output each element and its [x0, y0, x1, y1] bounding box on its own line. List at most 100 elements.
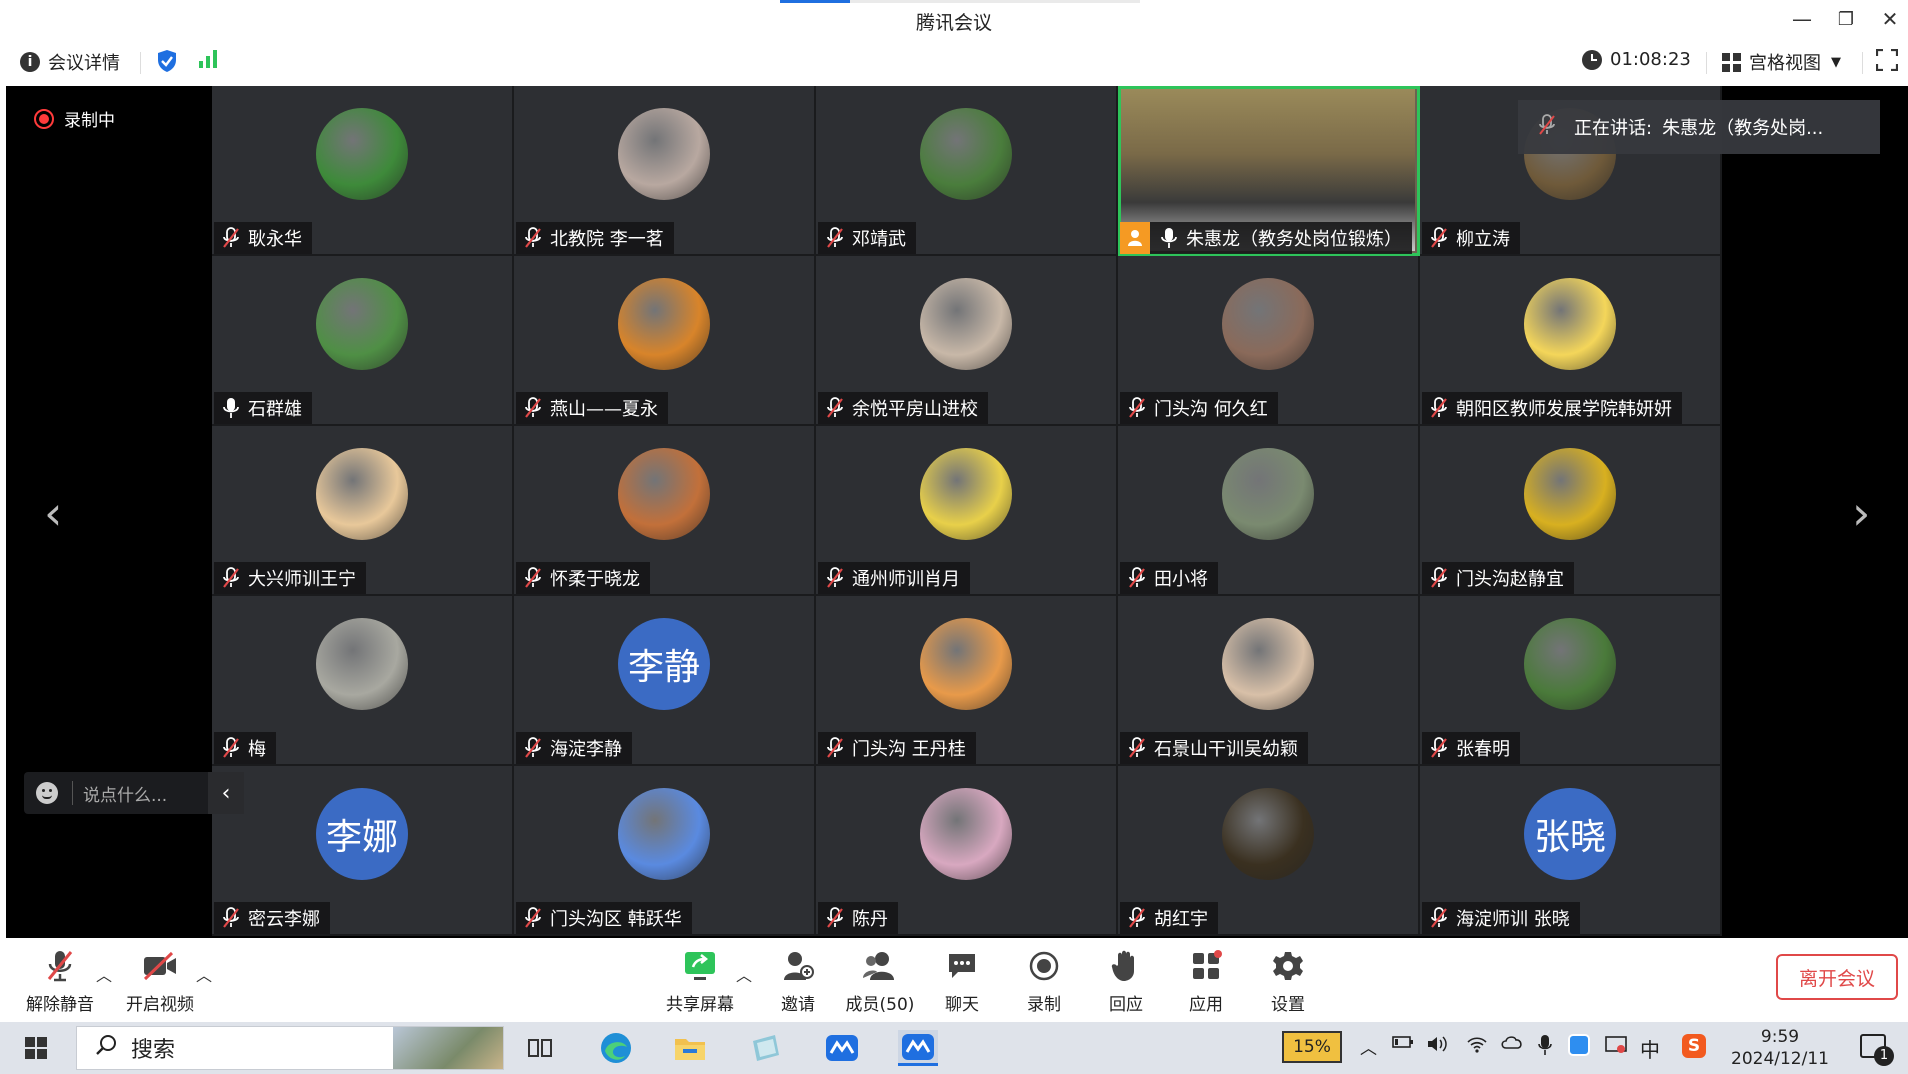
wifi-icon[interactable] — [1466, 1034, 1488, 1059]
minimize-button[interactable]: — — [1782, 4, 1822, 34]
security-shield-icon[interactable] — [156, 49, 178, 73]
view-mode-dropdown[interactable]: 宫格视图 ▼ — [1722, 49, 1841, 75]
input-method-indicator[interactable]: 中 — [1640, 1034, 1660, 1063]
share-screen-button[interactable]: 共享屏幕 — [658, 946, 742, 1018]
participant-tile[interactable]: 北教院 李一茗 — [514, 86, 816, 256]
mic-muted-icon — [1428, 907, 1450, 929]
participant-tile[interactable]: 陈丹 — [816, 766, 1118, 936]
settings-button[interactable]: 设置 — [1246, 946, 1330, 1018]
task-view-icon[interactable] — [520, 1030, 560, 1066]
participant-tile[interactable]: 通州师训肖月 — [816, 426, 1118, 596]
edge-browser-icon[interactable] — [596, 1030, 636, 1066]
participant-avatar: 张晓 — [1524, 788, 1616, 880]
participant-tile[interactable]: 燕山——夏永 — [514, 256, 816, 426]
participant-tile[interactable]: 张春明 — [1420, 596, 1722, 766]
next-page-arrow[interactable]: › — [1852, 486, 1870, 540]
share-options-caret[interactable]: ︿ — [736, 962, 752, 986]
mic-muted-icon — [522, 227, 544, 249]
taskbar-clock[interactable]: 9:59 2024/12/11 — [1724, 1026, 1836, 1070]
network-signal-icon[interactable] — [198, 49, 220, 69]
react-button[interactable]: 回应 — [1084, 946, 1168, 1018]
close-button[interactable]: ✕ — [1870, 4, 1908, 34]
participant-name: 田小将 — [1154, 569, 1208, 590]
file-explorer-icon[interactable] — [670, 1030, 710, 1066]
battery-indicator[interactable]: 15% — [1282, 1031, 1342, 1063]
prev-page-arrow[interactable]: ‹ — [44, 486, 62, 540]
participant-nameplate: 田小将 — [1120, 562, 1218, 594]
participant-tile[interactable]: 田小将 — [1118, 426, 1420, 596]
chat-button[interactable]: 聊天 — [920, 946, 1004, 1018]
tab-indicator — [780, 0, 1140, 3]
share-screen-label: 共享屏幕 — [666, 995, 734, 1015]
participant-name: 怀柔于晓龙 — [550, 569, 640, 590]
start-video-button[interactable]: 开启视频 — [118, 946, 202, 1018]
share-screen-icon — [680, 946, 720, 986]
members-button[interactable]: 成员(50) — [838, 946, 922, 1018]
participant-tile[interactable]: 朱惠龙（教务处岗位锻炼） — [1118, 86, 1420, 256]
emoji-icon[interactable] — [36, 782, 58, 804]
participant-tile[interactable]: 李静 海淀李静 — [514, 596, 816, 766]
participant-tile[interactable]: 梅 — [212, 596, 514, 766]
participant-avatar — [1524, 448, 1616, 540]
participant-nameplate: 门头沟 何久红 — [1120, 392, 1278, 424]
participant-name: 门头沟赵静宜 — [1456, 569, 1564, 590]
record-dot-icon — [34, 108, 54, 129]
participant-name: 朱惠龙（教务处岗位锻炼） — [1186, 229, 1402, 250]
participant-tile[interactable]: 怀柔于晓龙 — [514, 426, 816, 596]
participant-tile[interactable]: 门头沟 何久红 — [1118, 256, 1420, 426]
participant-tile[interactable]: 朝阳区教师发展学院韩妍妍 — [1420, 256, 1722, 426]
participant-name: 柳立涛 — [1456, 229, 1510, 250]
fullscreen-icon[interactable] — [1876, 49, 1898, 71]
participant-tile[interactable]: 李娜 密云李娜 — [212, 766, 514, 936]
collapse-chat-button[interactable]: ‹ — [208, 772, 244, 814]
mic-muted-icon — [220, 737, 242, 759]
participant-tile[interactable]: 张晓海淀师训 张晓 — [1420, 766, 1722, 936]
participant-tile[interactable]: 耿永华 — [212, 86, 514, 256]
participant-name: 大兴师训王宁 — [248, 569, 356, 590]
invite-label: 邀请 — [781, 995, 815, 1015]
apps-button[interactable]: 应用 — [1164, 946, 1248, 1018]
leave-meeting-button[interactable]: 离开会议 — [1776, 954, 1898, 1000]
participant-tile[interactable]: 石群雄 — [212, 256, 514, 426]
participant-tile[interactable]: 门头沟 王丹桂 — [816, 596, 1118, 766]
mic-muted-icon — [1126, 567, 1148, 589]
notification-icon[interactable]: 1 — [1860, 1034, 1894, 1066]
participant-avatar — [1222, 788, 1314, 880]
app-tray-icon[interactable] — [1568, 1034, 1590, 1061]
invite-button[interactable]: 邀请 — [756, 946, 840, 1018]
video-options-caret[interactable]: ︿ — [196, 962, 212, 986]
participant-tile[interactable]: 大兴师训王宁 — [212, 426, 514, 596]
tencent-meeting-active-icon[interactable] — [898, 1030, 938, 1066]
restore-button[interactable]: ❐ — [1826, 4, 1866, 34]
participant-tile[interactable]: 门头沟赵静宜 — [1420, 426, 1722, 596]
mic-muted-icon — [824, 567, 846, 589]
participant-tile[interactable]: 门头沟区 韩跃华 — [514, 766, 816, 936]
record-button[interactable]: 录制 — [1002, 946, 1086, 1018]
participant-name: 海淀李静 — [550, 739, 622, 760]
sogou-input-icon[interactable]: S — [1682, 1034, 1706, 1058]
screen-capture-icon[interactable] — [1604, 1034, 1628, 1059]
participant-tile[interactable]: 余悦平房山进校 — [816, 256, 1118, 426]
participant-nameplate: 通州师训肖月 — [818, 562, 970, 594]
divider — [1706, 52, 1707, 74]
tencent-meeting-icon[interactable] — [822, 1030, 862, 1066]
battery-icon[interactable] — [1392, 1034, 1414, 1054]
meeting-stage: 录制中 耿永华 北教院 李一茗 邓靖武 朱惠龙（教务处岗位锻炼） 柳立涛 石群雄 燕山——夏… — [6, 86, 1908, 938]
unmute-button[interactable]: 解除静音 — [18, 946, 102, 1018]
microphone-icon[interactable] — [1538, 1034, 1552, 1061]
chevron-up-icon[interactable]: ︿ — [1360, 1034, 1377, 1059]
participant-tile[interactable]: 石景山干训吴幼颖 — [1118, 596, 1420, 766]
onedrive-icon[interactable] — [1500, 1034, 1524, 1055]
volume-icon[interactable] — [1426, 1034, 1448, 1059]
windows-start-icon[interactable] — [16, 1030, 56, 1066]
battery-percent: 15% — [1293, 1037, 1331, 1057]
meeting-details-button[interactable]: i 会议详情 — [20, 49, 120, 75]
participant-tile[interactable]: 邓靖武 — [816, 86, 1118, 256]
participant-tile[interactable]: 胡红宇 — [1118, 766, 1420, 936]
participant-nameplate: 张春明 — [1422, 732, 1520, 764]
participant-nameplate: 怀柔于晓龙 — [516, 562, 650, 594]
audio-options-caret[interactable]: ︿ — [96, 962, 112, 986]
participant-nameplate: 海淀师训 张晓 — [1422, 902, 1580, 934]
notes-app-icon[interactable] — [746, 1030, 786, 1066]
taskbar-search-box[interactable]: 搜索 — [76, 1026, 504, 1070]
